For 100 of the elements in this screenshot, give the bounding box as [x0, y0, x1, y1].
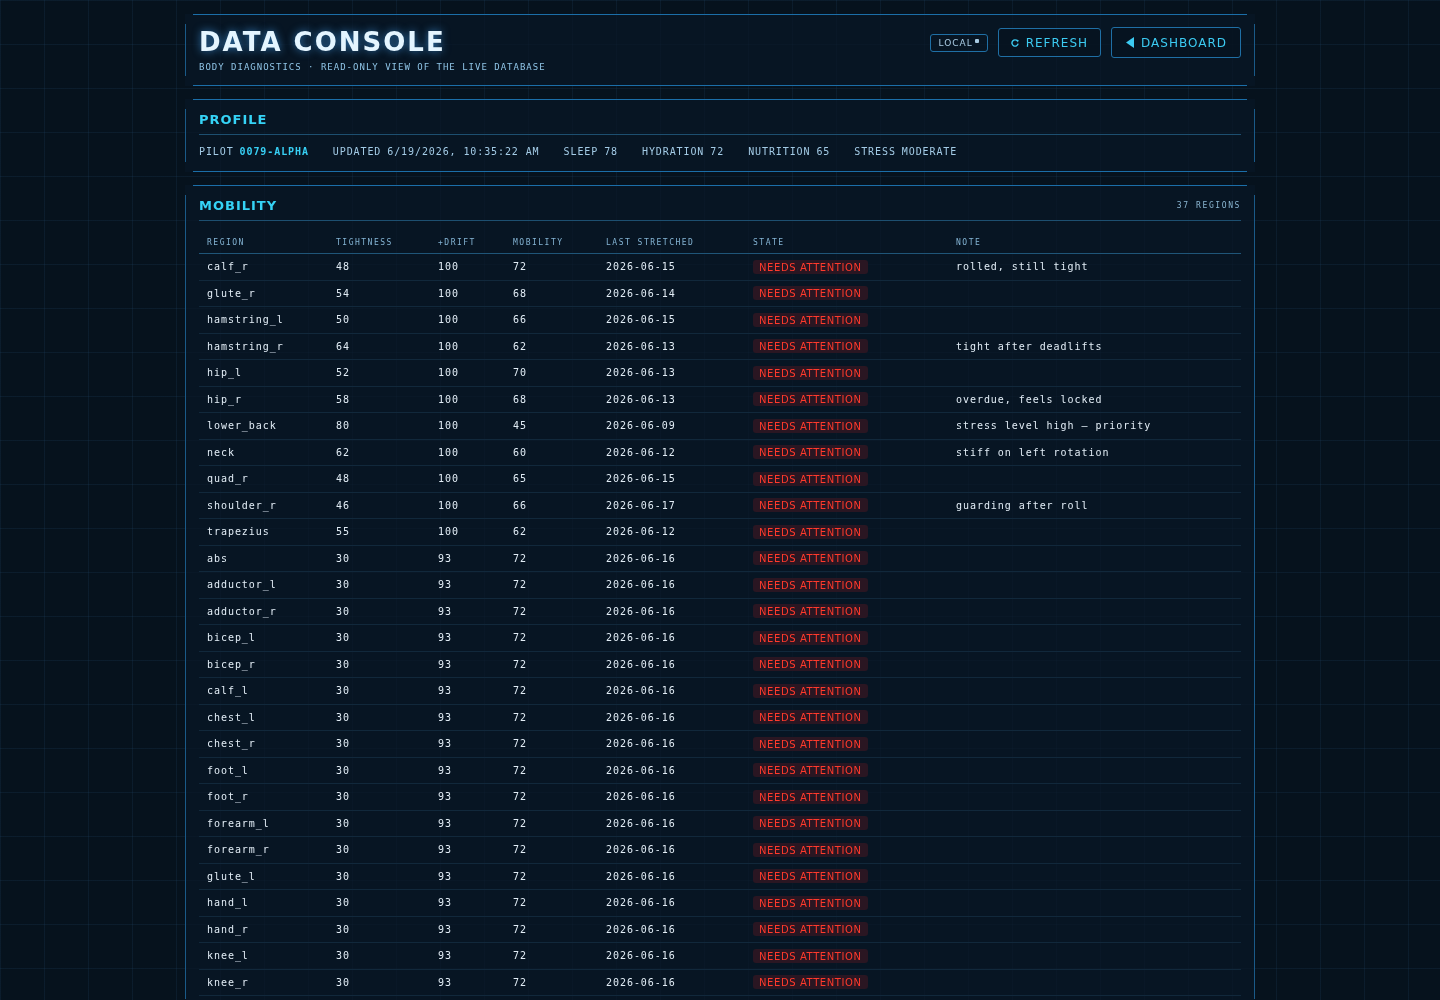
column-header: STATE	[745, 231, 948, 254]
status-tag: NEEDS ATTENTION	[753, 842, 868, 857]
table-cell: 2026-06-16	[598, 783, 745, 810]
status-tag: NEEDS ATTENTION	[753, 577, 868, 592]
column-header: +DRIFT	[430, 231, 505, 254]
table-cell: 72	[505, 571, 598, 598]
table-cell: 2026-06-16	[598, 571, 745, 598]
table-cell: neck	[199, 439, 328, 466]
table-cell: hamstring_r	[199, 333, 328, 360]
column-header: MOBILITY	[505, 231, 598, 254]
table-cell: 2026-06-16	[598, 810, 745, 837]
profile-value: 0079-ALPHA	[239, 145, 309, 159]
status-tag: NEEDS ATTENTION	[753, 763, 868, 778]
status-tag: NEEDS ATTENTION	[753, 498, 868, 513]
table-cell: 93	[430, 598, 505, 625]
table-cell: 52	[328, 359, 430, 386]
table-cell: forearm_l	[199, 810, 328, 837]
table-cell: 80	[328, 412, 430, 439]
table-cell: 72	[505, 730, 598, 757]
table-cell: glute_r	[199, 280, 328, 307]
status-tag: NEEDS ATTENTION	[753, 869, 868, 884]
table-cell: 46	[328, 492, 430, 519]
table-cell: 64	[328, 333, 430, 360]
table-cell: 30	[328, 704, 430, 731]
profile-label: STRESS	[854, 145, 896, 159]
status-tag: NEEDS ATTENTION	[753, 312, 868, 327]
table-cell: 45	[505, 412, 598, 439]
table-cell: 93	[430, 704, 505, 731]
table-cell: 72	[505, 836, 598, 863]
page-subtitle: BODY DIAGNOSTICS · READ-ONLY VIEW OF THE LIVE DATABASE	[199, 61, 546, 73]
table-cell: 72	[505, 598, 598, 625]
table-cell: 62	[505, 518, 598, 545]
table-cell: quad_r	[199, 465, 328, 492]
table-cell: 30	[328, 810, 430, 837]
table-cell: chest_l	[199, 704, 328, 731]
profile-label: UPDATED	[332, 145, 382, 159]
table-cell: 2026-06-15	[598, 253, 745, 280]
table-cell: 93	[430, 757, 505, 784]
dashboard-button[interactable]: DASHBOARD	[1111, 27, 1241, 58]
table-cell: 2026-06-16	[598, 863, 745, 890]
table-cell: 2026-06-16	[598, 757, 745, 784]
table-cell: glute_l	[199, 863, 328, 890]
table-cell: adductor_r	[199, 598, 328, 625]
table-cell: forearm_r	[199, 836, 328, 863]
table-cell: 54	[328, 280, 430, 307]
status-tag: NEEDS ATTENTION	[753, 975, 868, 990]
column-header: REGION	[199, 231, 328, 254]
profile-value: MODERATE	[901, 145, 958, 159]
table-cell: 30	[328, 598, 430, 625]
table-cell: 72	[505, 863, 598, 890]
status-tag: NEEDS ATTENTION	[753, 789, 868, 804]
profile-value: 78	[604, 145, 618, 159]
table-cell: 30	[328, 889, 430, 916]
table-cell: chest_r	[199, 730, 328, 757]
table-cell: foot_r	[199, 783, 328, 810]
table-cell: 55	[328, 518, 430, 545]
table-cell: 100	[430, 518, 505, 545]
profile-label: PILOT	[199, 145, 234, 159]
table-cell: 72	[505, 704, 598, 731]
table-cell: 2026-06-16	[598, 889, 745, 916]
table-cell: 93	[430, 545, 505, 572]
table-cell: 72	[505, 916, 598, 943]
refresh-button[interactable]: REFRESH	[997, 28, 1102, 57]
table-cell: 72	[505, 651, 598, 678]
status-tag: NEEDS ATTENTION	[753, 471, 868, 486]
table-cell: 2026-06-17	[598, 492, 745, 519]
table-cell: 2026-06-16	[598, 545, 745, 572]
table-cell: tight after deadlifts	[948, 333, 1241, 360]
table-cell: knee_l	[199, 942, 328, 969]
table-cell: 2026-06-15	[598, 306, 745, 333]
table-cell: hand_l	[199, 889, 328, 916]
page-title: DATA CONSOLE	[199, 27, 447, 57]
table-cell: 30	[328, 571, 430, 598]
table-cell: 2026-06-14	[598, 280, 745, 307]
table-cell: foot_l	[199, 757, 328, 784]
table-cell: 2026-06-13	[598, 359, 745, 386]
column-header: TIGHTNESS	[328, 231, 430, 254]
table-cell: 72	[505, 783, 598, 810]
table-cell: 72	[505, 889, 598, 916]
table-cell: 30	[328, 651, 430, 678]
table-cell: overdue, feels locked	[948, 386, 1241, 413]
table-cell: 30	[328, 757, 430, 784]
table-cell: 93	[430, 889, 505, 916]
table-cell: 2026-06-16	[598, 624, 745, 651]
table-cell: 100	[430, 386, 505, 413]
table-cell: 2026-06-15	[598, 465, 745, 492]
table-cell: 93	[430, 916, 505, 943]
section-title: MOBILITY	[199, 198, 278, 214]
table-cell: hand_r	[199, 916, 328, 943]
status-tag: NEEDS ATTENTION	[753, 736, 868, 751]
mode-label: LOCAL	[938, 37, 973, 48]
table-cell: 93	[430, 836, 505, 863]
table-cell: hip_r	[199, 386, 328, 413]
table-cell: hip_l	[199, 359, 328, 386]
table-cell: 30	[328, 836, 430, 863]
table-cell: 30	[328, 624, 430, 651]
table-cell: 30	[328, 942, 430, 969]
table-cell: 2026-06-09	[598, 412, 745, 439]
table-cell: 93	[430, 783, 505, 810]
table-cell: 2026-06-16	[598, 969, 745, 996]
